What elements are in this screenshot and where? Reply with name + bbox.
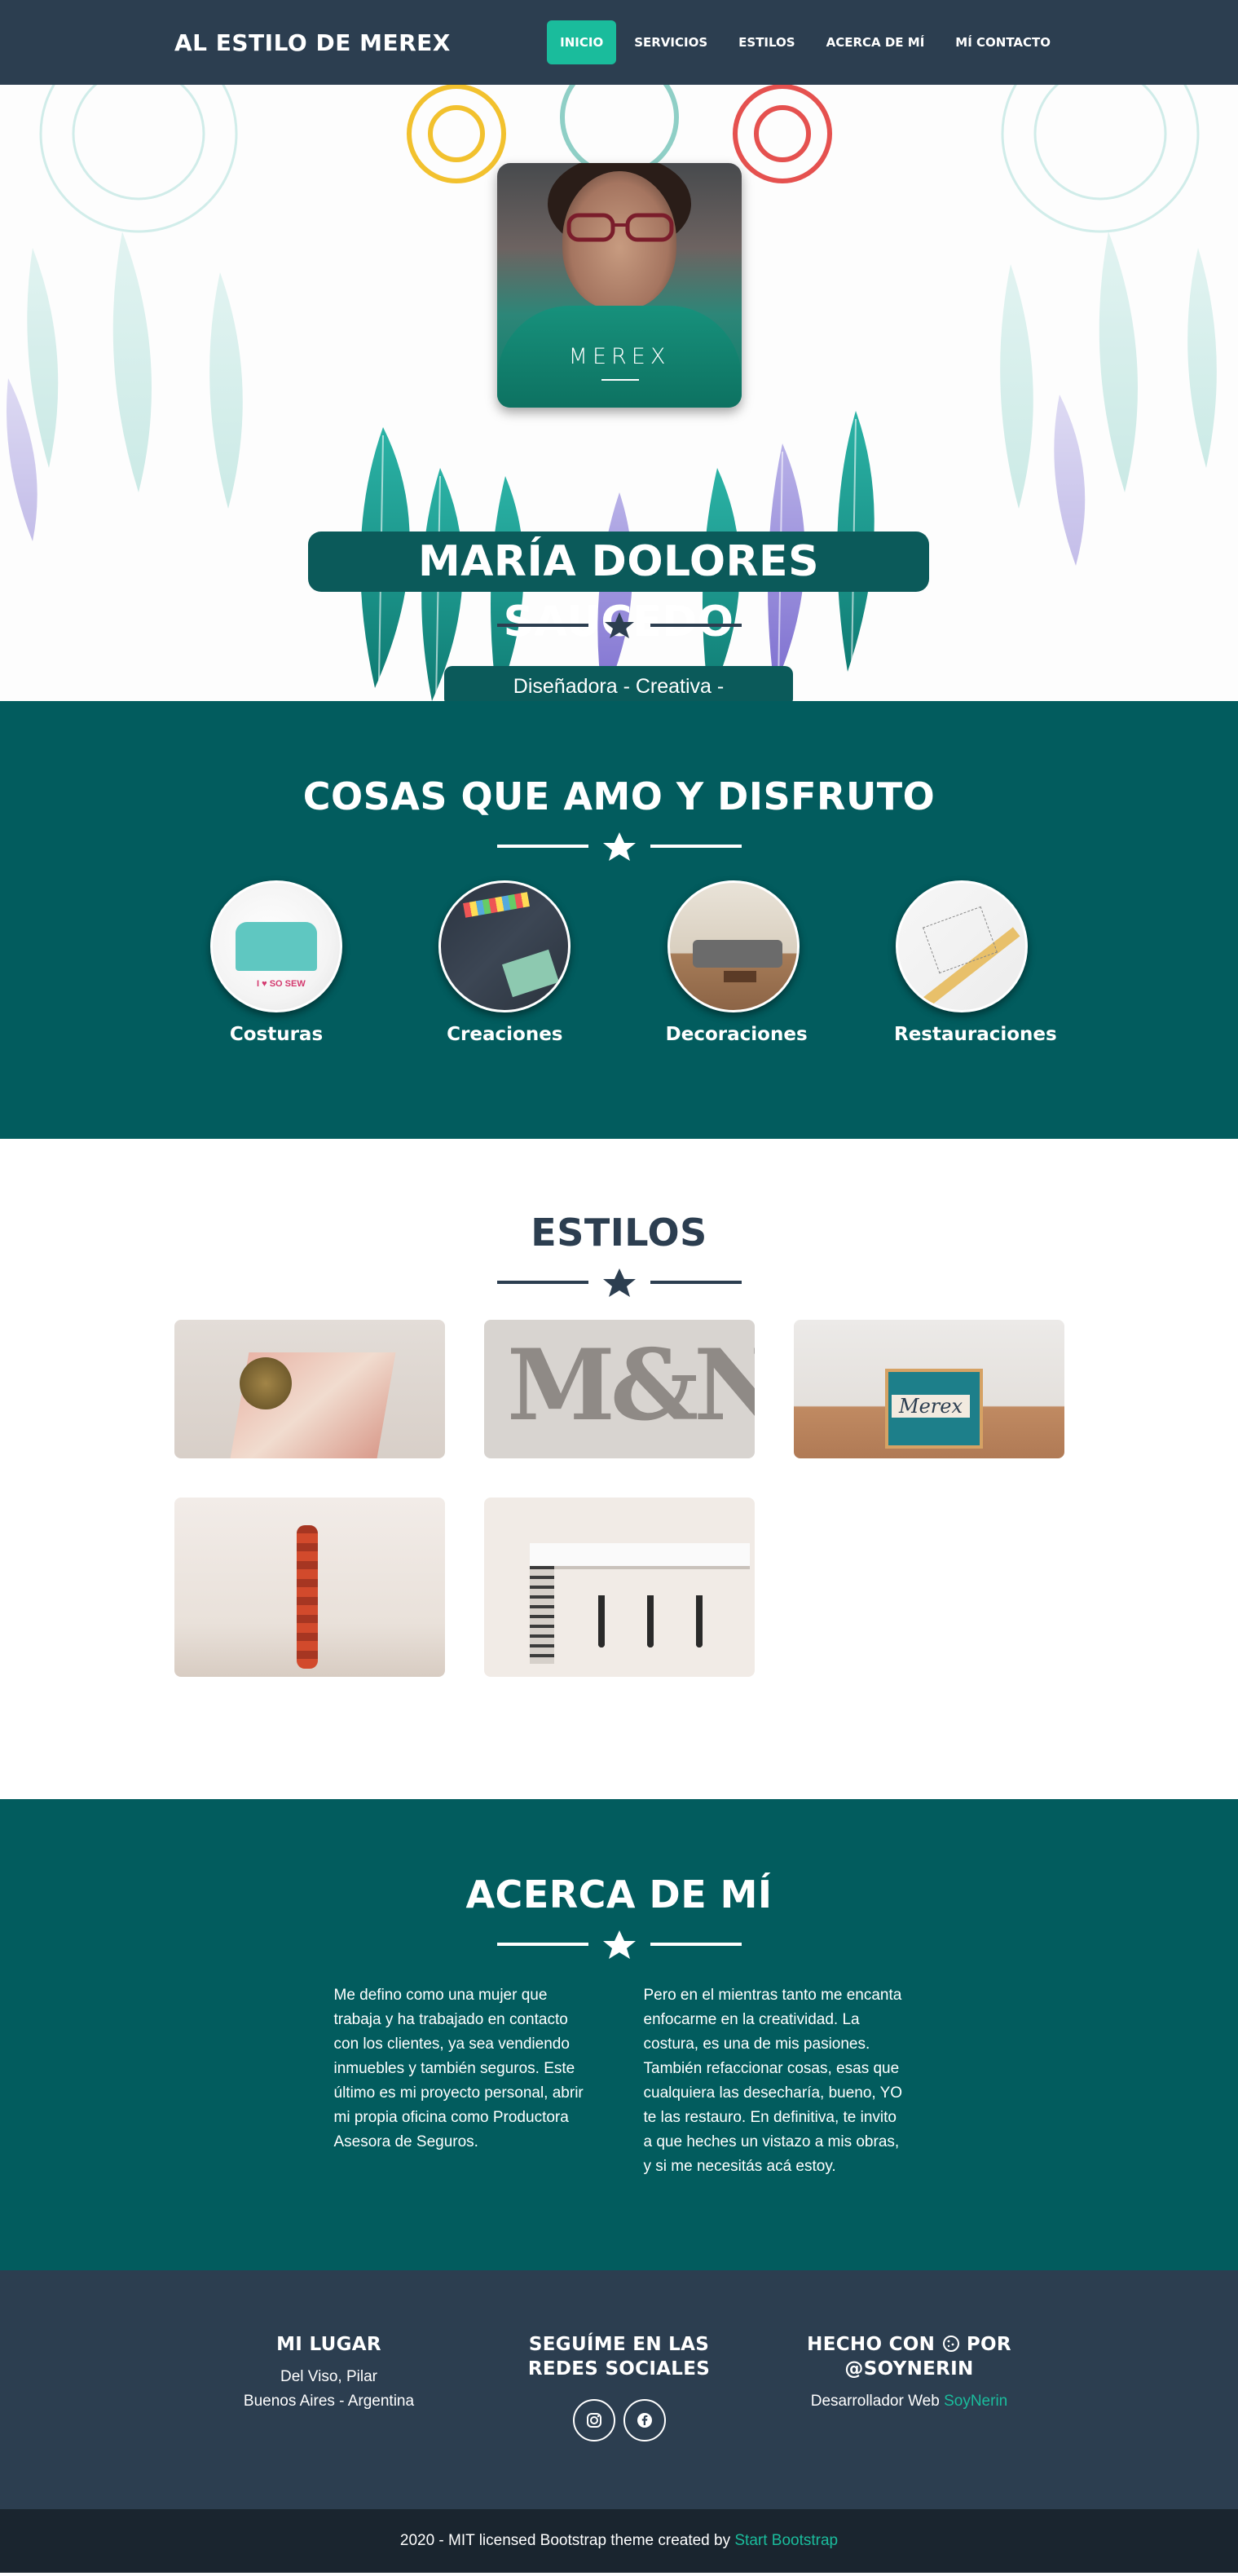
instagram-button[interactable] [572, 2399, 615, 2441]
cosas-title: COSAS QUE AMO Y DISFRUTO [302, 774, 936, 818]
credits-title-post: POR [966, 2334, 1011, 2355]
location-line-2: Buenos Aires - Argentina [243, 2393, 415, 2410]
restauraciones-image [895, 880, 1028, 1012]
location-line-1: Del Viso, Pilar [280, 2368, 377, 2385]
acerca-section: ACERCA DE MÍ Me defino como una mujer qu… [0, 1799, 1238, 2270]
hero-subtitle: Diseñadora - Creativa - Emprendedora [444, 666, 793, 701]
estilos-title: ESTILOS [531, 1211, 707, 1255]
footer-credits-title: HECHO CON POR @SOYNERIN [787, 2332, 1032, 2381]
cosas-item-label: Costuras [229, 1024, 324, 1045]
estilo-tile-rose[interactable] [174, 1320, 445, 1458]
hero-name: MARÍA DOLORES SAUCEDO [308, 532, 929, 646]
footer-social: SEGUÍME EN LAS REDES SOCIALES [497, 2332, 742, 2509]
instagram-icon [586, 2413, 601, 2428]
acerca-title: ACERCA DE MÍ [465, 1872, 773, 1917]
nav-item-servicios[interactable]: SERVICIOS [621, 20, 720, 64]
cosas-item-restauraciones[interactable]: Restauraciones [893, 880, 1057, 1045]
about-text-right: Pero en el mientras tanto me encanta enf… [643, 1987, 903, 2175]
credits-handle: @SOYNERIN [844, 2358, 974, 2380]
costuras-image [210, 880, 342, 1012]
footer-location-title: MI LUGAR [276, 2334, 381, 2355]
cosas-section: COSAS QUE AMO Y DISFRUTO Costuras Creaci… [0, 701, 1238, 1139]
nav-menu: INICIO SERVICIOS ESTILOS ACERCA DE MÍ MÍ… [547, 20, 1064, 64]
nav-item-contacto[interactable]: MÍ CONTACTO [942, 20, 1064, 64]
star-icon [605, 612, 634, 638]
copyright-bar: 2020 - MIT licensed Bootstrap theme crea… [0, 2509, 1238, 2573]
footer-social-title: SEGUÍME EN LAS REDES SOCIALES [527, 2334, 711, 2380]
copyright-link[interactable]: Start Bootstrap [734, 2532, 838, 2549]
footer-location: MI LUGAR Del Viso, Pilar Buenos Aires - … [207, 2332, 452, 2509]
cosas-item-creaciones[interactable]: Creaciones [437, 880, 572, 1045]
cosas-item-decoraciones[interactable]: Decoraciones [665, 880, 808, 1045]
footer: MI LUGAR Del Viso, Pilar Buenos Aires - … [0, 2270, 1238, 2509]
facebook-icon [637, 2413, 652, 2428]
hero-divider [497, 612, 742, 638]
decoraciones-image [667, 880, 800, 1012]
copyright-text: 2020 - MIT licensed Bootstrap theme crea… [399, 2532, 731, 2549]
facebook-button[interactable] [623, 2399, 666, 2441]
cosas-item-label: Restauraciones [893, 1024, 1057, 1045]
star-icon [602, 1930, 636, 1959]
footer-credits-text: Desarrollador Web SoyNerin [787, 2389, 1032, 2414]
star-icon [602, 1268, 636, 1297]
cookie-icon [942, 2336, 959, 2352]
credits-title-pre: HECHO CON [807, 2334, 936, 2355]
nav-item-estilos[interactable]: ESTILOS [725, 20, 808, 64]
credits-role: Desarrollador Web [810, 2393, 940, 2410]
section-divider [496, 1930, 742, 1959]
cosas-item-label: Decoraciones [665, 1024, 808, 1045]
hero-section: MEREX MARÍA DOLORES SAUCEDO Diseñadora -… [0, 85, 1238, 701]
estilo-tile-coat-rack[interactable] [484, 1498, 755, 1677]
photo-watermark: MEREX [568, 344, 671, 369]
section-divider [496, 1268, 742, 1297]
credits-link[interactable]: SoyNerin [944, 2393, 1007, 2410]
nav-item-inicio[interactable]: INICIO [547, 20, 617, 64]
brand-logo[interactable]: AL ESTILO DE MEREX [174, 29, 451, 56]
nav-item-acerca[interactable]: ACERCA DE MÍ [813, 20, 938, 64]
navbar: AL ESTILO DE MEREX INICIO SERVICIOS ESTI… [0, 0, 1238, 85]
creaciones-image [438, 880, 571, 1012]
estilo-tile-box[interactable] [794, 1320, 1064, 1458]
star-icon [602, 832, 636, 861]
estilo-tile-letters[interactable] [484, 1320, 755, 1458]
estilos-section: ESTILOS [0, 1139, 1238, 1799]
profile-photo: MEREX [497, 163, 742, 408]
estilo-tile-sculpture[interactable] [174, 1498, 445, 1677]
about-text-left: Me defino como una mujer que trabaja y h… [333, 1987, 584, 2150]
cosas-item-costuras[interactable]: Costuras [209, 880, 344, 1045]
cosas-item-label: Creaciones [447, 1024, 563, 1045]
footer-location-text: Del Viso, Pilar Buenos Aires - Argentina [207, 2365, 452, 2414]
section-divider [496, 832, 742, 861]
footer-credits: HECHO CON POR @SOYNERIN Desarrollador We… [787, 2332, 1032, 2509]
